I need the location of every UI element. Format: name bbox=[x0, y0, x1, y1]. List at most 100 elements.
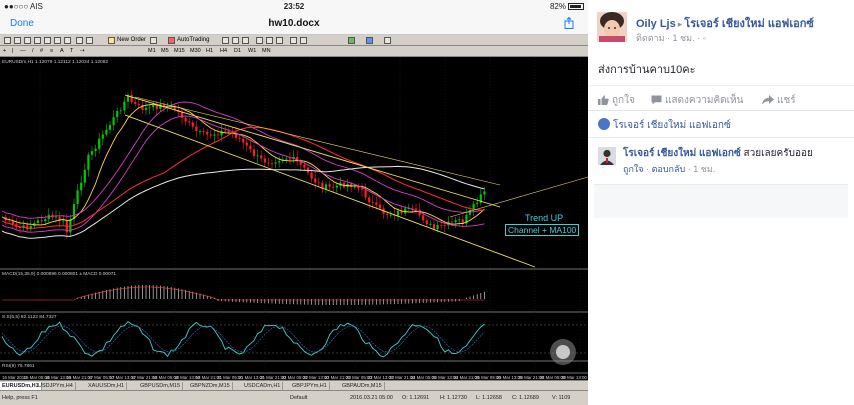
metaeditor-icon[interactable] bbox=[150, 37, 157, 44]
line-chart-icon[interactable] bbox=[242, 37, 249, 44]
candle-body bbox=[54, 216, 58, 218]
tab-usdcadm-h1[interactable]: USDCADm,H1 bbox=[242, 382, 284, 390]
target-page-name[interactable]: โรเจอร์ เชียงใหม่ แอฟเอกซ์ bbox=[684, 18, 814, 30]
fibo-icon[interactable]: ≡ bbox=[50, 48, 53, 54]
candle-body bbox=[432, 224, 436, 229]
tab-gbpusdm-m15[interactable]: GBPUSDm,M15 bbox=[138, 382, 184, 390]
share-button[interactable]: แชร์ bbox=[762, 93, 796, 108]
new-order-button[interactable]: New Order bbox=[117, 37, 146, 44]
timeframe-d1[interactable]: D1 bbox=[234, 48, 241, 54]
text-tool-icon[interactable]: A bbox=[60, 48, 64, 54]
commenter-avatar[interactable] bbox=[598, 147, 616, 165]
liked-by-name[interactable]: โรเจอร์ เชียงใหม่ แอฟเอกซ์ bbox=[613, 120, 731, 131]
tester-icon[interactable] bbox=[54, 37, 61, 44]
battery-icon bbox=[568, 3, 584, 10]
comment-text-line: โรเจอร์ เชียงใหม่ แอฟเอกซ์ สวยเลยครับออย bbox=[623, 146, 813, 161]
author-name[interactable]: Oily Ljs bbox=[636, 18, 676, 30]
timeframe-m1[interactable]: M1 bbox=[148, 48, 156, 54]
battery-percent: 82% bbox=[549, 2, 566, 11]
candle-body bbox=[119, 110, 122, 112]
comment-like-link[interactable]: ถูกใจ bbox=[623, 164, 644, 174]
timeframe-w1[interactable]: W1 bbox=[248, 48, 256, 54]
comment-button[interactable]: แสดงความคิดเห็น bbox=[651, 93, 743, 108]
channel-lower-line bbox=[124, 114, 536, 268]
autotrading-button[interactable]: AutoTrading bbox=[177, 37, 209, 44]
candle-body bbox=[425, 220, 428, 225]
templates-icon[interactable] bbox=[384, 37, 391, 44]
stochastic-signal-line bbox=[1, 325, 485, 353]
tab-gbpjpym-h1[interactable]: GBPJPYm,H1 bbox=[290, 382, 330, 390]
autotrading-icon[interactable] bbox=[168, 37, 175, 44]
print-icon[interactable] bbox=[76, 37, 83, 44]
tile-windows-icon[interactable] bbox=[276, 37, 283, 44]
bar-close: C: 1.12689 bbox=[512, 395, 539, 401]
share-icon[interactable] bbox=[564, 17, 574, 29]
timeframe-h4[interactable]: H4 bbox=[220, 48, 227, 54]
comment-reply-link[interactable]: ตอบกลับ bbox=[652, 164, 686, 174]
candle-body bbox=[40, 220, 43, 222]
macd-signal-line bbox=[2, 286, 485, 301]
auto-scroll-icon[interactable] bbox=[290, 37, 297, 44]
ipad-screen: ●●○○○ AIS 23:52 82% Done hw10.docx New O… bbox=[0, 0, 588, 405]
arrows-tool-icon[interactable]: ⇢ bbox=[80, 48, 85, 54]
timeframe-m5[interactable]: M5 bbox=[161, 48, 169, 54]
candle-body bbox=[310, 172, 313, 179]
channel-icon[interactable]: # bbox=[40, 48, 43, 54]
market-watch-icon[interactable] bbox=[24, 37, 31, 44]
new-chart-icon[interactable] bbox=[4, 37, 11, 44]
comment-input-area[interactable] bbox=[594, 184, 848, 218]
bar-high: H: 1.12730 bbox=[440, 395, 467, 401]
candle-body bbox=[386, 213, 389, 215]
tab-gbpnzdm-m15[interactable]: GBPNZDm,M15 bbox=[188, 382, 233, 390]
timeframe-m30[interactable]: M30 bbox=[190, 48, 201, 54]
assistive-touch-button[interactable] bbox=[550, 339, 576, 365]
trendline-icon[interactable]: / bbox=[32, 48, 34, 54]
author-avatar[interactable] bbox=[597, 12, 627, 42]
tab-xauusdm-h1[interactable]: XAUUSDm,H1 bbox=[86, 382, 128, 390]
new-order-icon[interactable] bbox=[108, 37, 115, 44]
candlestick-icon[interactable] bbox=[232, 37, 239, 44]
follow-link[interactable]: ติดตาม bbox=[636, 33, 665, 43]
chart-grid bbox=[0, 57, 588, 374]
terminal-icon[interactable] bbox=[44, 37, 51, 44]
price-chart-window[interactable]: 16 Mar 2016 16 Mar 05:00 16 Mar 13:00 16 Ma… bbox=[0, 57, 588, 382]
vertical-line-icon[interactable]: | bbox=[12, 48, 13, 54]
data-window-icon[interactable] bbox=[64, 37, 71, 44]
candle-body bbox=[357, 186, 360, 189]
horizontal-line-icon[interactable]: — bbox=[20, 48, 26, 54]
candle-body bbox=[335, 185, 338, 188]
post-time[interactable]: 1 ชม. bbox=[673, 33, 695, 43]
crosshair-icon[interactable]: + bbox=[3, 48, 6, 54]
navigator-icon[interactable] bbox=[34, 37, 41, 44]
symbol-header: EURUSDm,H1 1.12079 1.12112 1.12034 1.120… bbox=[2, 60, 109, 65]
timeframe-h1[interactable]: H1 bbox=[206, 48, 213, 54]
like-summary[interactable]: โรเจอร์ เชียงใหม่ แอฟเอกซ์ bbox=[598, 118, 731, 133]
profiles-icon[interactable] bbox=[14, 37, 21, 44]
commenter-name[interactable]: โรเจอร์ เชียงใหม่ แอฟเอกซ์ bbox=[623, 148, 741, 159]
periods-icon[interactable] bbox=[366, 37, 373, 44]
candle-body bbox=[98, 138, 101, 149]
chart-shift-icon[interactable] bbox=[300, 37, 307, 44]
bar-open: O: 1.12691 bbox=[402, 395, 430, 401]
zoom-out-icon[interactable] bbox=[266, 37, 273, 44]
bar-chart-icon[interactable] bbox=[222, 37, 229, 44]
timeframe-mn[interactable]: MN bbox=[262, 48, 271, 54]
tab-gbpaudm-m15[interactable]: GBPAUDm,M15 bbox=[340, 382, 385, 390]
like-button[interactable]: ถูกใจ bbox=[598, 93, 635, 108]
price-chart-canvas[interactable]: 16 Mar 201616 Mar 05:0016 Mar 13:0016 Ma… bbox=[0, 57, 588, 382]
timeframe-m15[interactable]: M15 bbox=[174, 48, 185, 54]
label-tool-icon[interactable]: T bbox=[70, 48, 73, 54]
tab-usdjpym-h4[interactable]: USDJPYm,H4 bbox=[36, 382, 76, 390]
candle-body bbox=[72, 204, 76, 219]
candle-body bbox=[26, 225, 29, 230]
zoom-in-icon[interactable] bbox=[256, 37, 263, 44]
save-icon[interactable] bbox=[86, 37, 93, 44]
indicators-icon[interactable] bbox=[348, 37, 355, 44]
post-body: ส่งการบ้านคาบ10คะ bbox=[598, 64, 696, 76]
drawing-toolbar: + | — / # ≡ A T ⇢ M1 M5 M15 M30 H1 H4 D1… bbox=[0, 46, 588, 57]
candle-body bbox=[227, 131, 230, 133]
battery-indicator: 82% bbox=[550, 2, 584, 11]
candle-body bbox=[134, 102, 137, 104]
candle-body bbox=[389, 214, 392, 216]
commenter-avatar-image bbox=[598, 147, 616, 165]
